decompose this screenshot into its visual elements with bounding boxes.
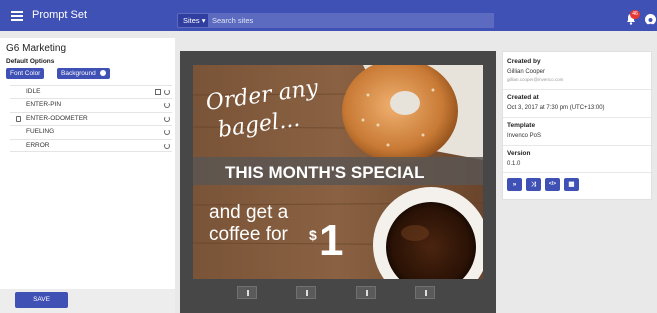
created-at-value: Oct 3, 2017 at 7:30 pm (UTC+13:00)	[507, 105, 605, 111]
created-by-email: gillian.cooper@invenco.com	[507, 77, 564, 82]
state-label: ENTER-PIN	[26, 101, 62, 109]
page-title: G6 Marketing	[6, 43, 67, 54]
default-options-heading: Default Options	[6, 58, 55, 65]
refresh-icon[interactable]	[164, 115, 170, 122]
state-row-fueling[interactable]: FUELING	[10, 125, 172, 138]
state-row-idle[interactable]: IDLE	[10, 85, 172, 98]
code-icon[interactable]: </>	[545, 178, 560, 191]
double-chevron-icon[interactable]: »	[507, 178, 522, 191]
refresh-icon[interactable]	[164, 102, 170, 109]
version-label: Version	[507, 150, 531, 157]
preview-banner: THIS MONTH'S SPECIAL	[225, 163, 425, 182]
created-at-label: Created at	[507, 94, 539, 101]
refresh-icon[interactable]	[164, 129, 170, 136]
app-title: Prompt Set	[32, 9, 88, 21]
version-section: Version 0.1.0	[507, 150, 530, 167]
state-label: ERROR	[26, 141, 50, 149]
soft-key-4[interactable]	[415, 286, 435, 299]
template-label: Template	[507, 122, 536, 129]
state-label: IDLE	[26, 88, 41, 95]
soft-key-1[interactable]	[237, 286, 257, 299]
floppy-icon[interactable]	[155, 89, 161, 95]
state-row-enter-pin[interactable]: ENTER-PIN	[10, 98, 172, 111]
state-label: FUELING	[26, 128, 55, 136]
shield-icon	[16, 115, 21, 122]
refresh-icon[interactable]	[164, 89, 170, 95]
created-by-label: Created by	[507, 58, 541, 65]
template-value: Invenco PoS	[507, 133, 542, 139]
state-row-error[interactable]: ERROR	[10, 138, 172, 152]
info-panel: Created by Gillian Cooper gillian.cooper…	[502, 51, 652, 200]
refresh-icon[interactable]	[164, 142, 170, 149]
divider	[503, 172, 651, 173]
grid-icon[interactable]: ▦	[564, 178, 579, 191]
preview-line-and-get: and get a	[209, 202, 289, 223]
menu-icon[interactable]	[11, 11, 23, 21]
search-input[interactable]	[208, 13, 494, 28]
left-panel: G6 Marketing Default Options Font Color …	[0, 38, 175, 313]
sites-dropdown-button[interactable]: Sites ▾	[177, 13, 212, 28]
top-app-bar: Prompt Set Sites ▾ 46	[0, 0, 657, 31]
background-button[interactable]: Background	[57, 68, 110, 79]
notification-badge: 46	[630, 10, 640, 19]
divider	[503, 145, 651, 146]
soft-key-3[interactable]	[356, 286, 376, 299]
preview-currency: $	[309, 227, 317, 243]
state-row-enter-odometer[interactable]: ENTER-ODOMETER	[10, 111, 172, 125]
template-section: Template Invenco PoS	[507, 122, 541, 139]
chevron-down-icon	[99, 70, 106, 76]
created-by-name: Gillian Cooper	[507, 69, 546, 75]
version-value: 0.1.0	[507, 161, 521, 167]
state-list: IDLE ENTER-PIN ENTER-ODOMETER FUELING ER…	[10, 85, 172, 152]
divider	[503, 117, 651, 118]
save-button[interactable]: SAVE	[15, 292, 68, 308]
prompt-preview-image: Order any bagel... THIS MONTH'S SPECIAL …	[193, 65, 483, 279]
state-label: ENTER-ODOMETER	[26, 114, 88, 122]
divider	[503, 89, 651, 90]
font-color-button[interactable]: Font Color	[6, 68, 45, 79]
created-by-section: Created by Gillian Cooper gillian.cooper…	[507, 58, 563, 82]
prompt-preview-screen[interactable]: Order any bagel... THIS MONTH'S SPECIAL …	[193, 65, 483, 279]
background-button-label: Background	[61, 70, 96, 77]
created-at-section: Created at Oct 3, 2017 at 7:30 pm (UTC+1…	[507, 94, 605, 111]
shuffle-icon[interactable]: ⤨	[526, 178, 541, 191]
preview-amount: 1	[319, 216, 343, 265]
account-icon[interactable]	[645, 14, 656, 25]
preview-line-coffee: coffee for	[209, 224, 289, 245]
soft-key-2[interactable]	[296, 286, 316, 299]
